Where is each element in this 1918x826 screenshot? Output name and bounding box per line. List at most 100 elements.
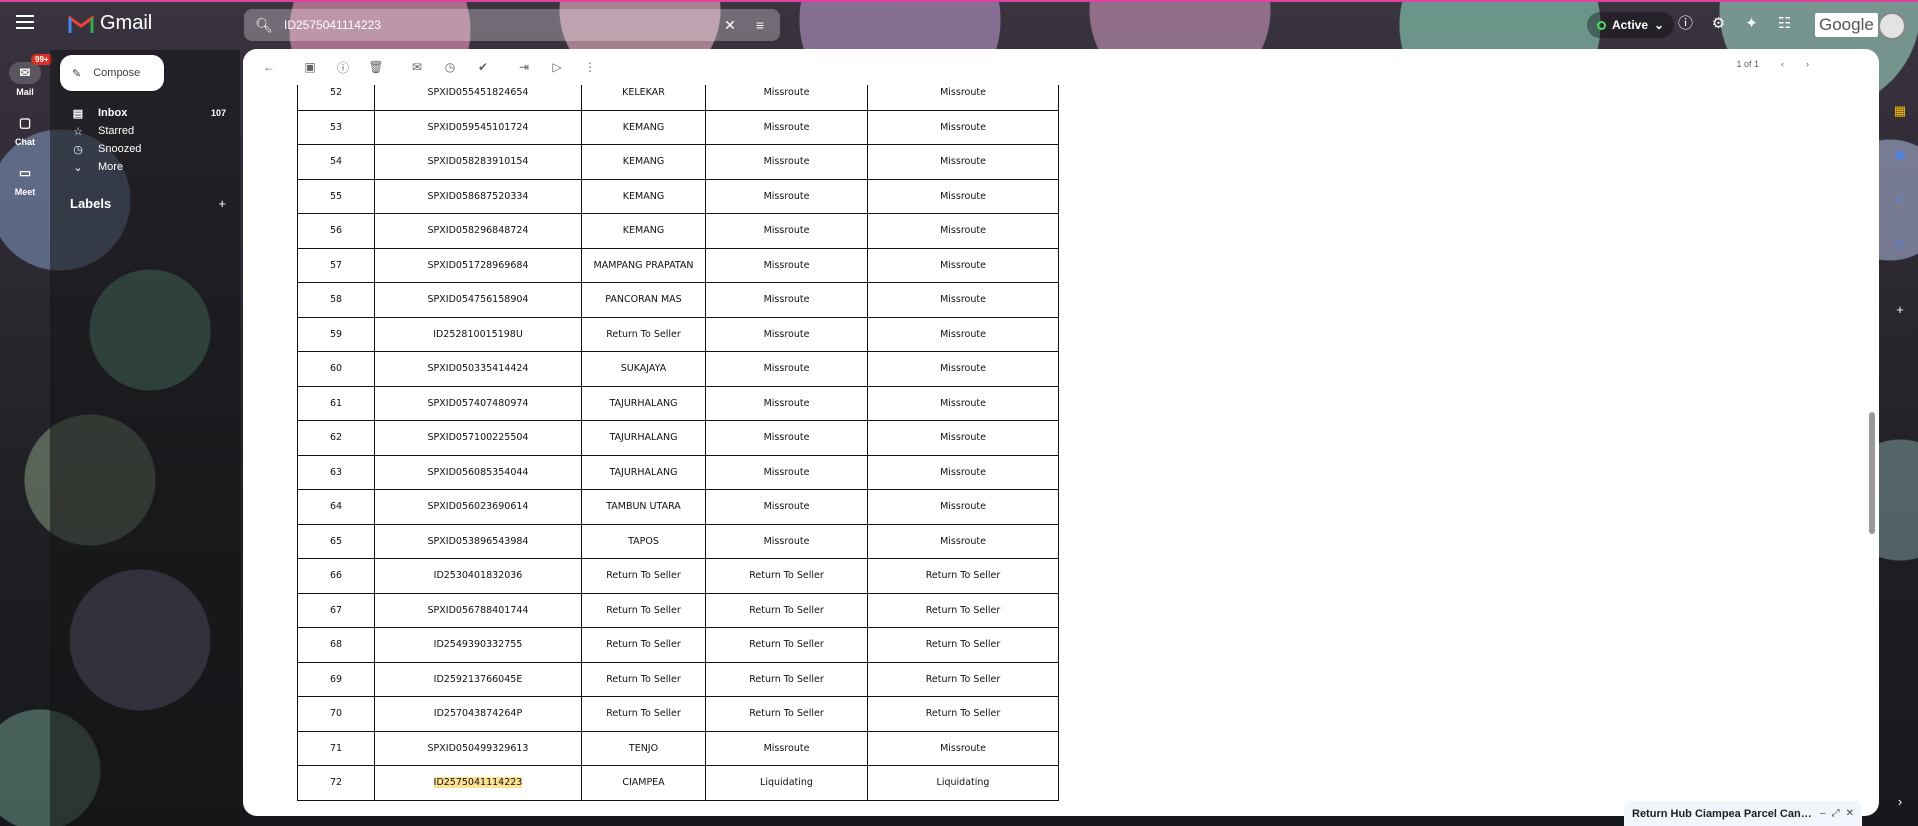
cell-text: ID2530401832036 [433, 570, 523, 582]
search-icon[interactable]: 🔍︎ [254, 17, 274, 34]
gmail-logo[interactable]: Gmail [68, 12, 152, 35]
table-cell: SPXID056788401744 [374, 592, 582, 628]
sidebar-item-inbox[interactable]: ▤ Inbox 107 [70, 104, 226, 122]
table-cell: ID259213766045E [374, 661, 582, 697]
table-cell: Return To Seller [867, 558, 1059, 594]
cell-text: Return To Seller [749, 673, 824, 685]
cell-text: Missroute [940, 190, 986, 202]
label-icon[interactable]: ▷ [543, 53, 571, 81]
minimized-draft[interactable]: Return Hub Ciampea Parcel Canc... – ⤢ ✕ [1624, 801, 1862, 826]
cell-text: Missroute [940, 156, 986, 168]
rail-chat[interactable]: ▢ Chat [0, 112, 50, 147]
contacts-icon[interactable]: ☺ [1889, 232, 1911, 254]
rail-meet-label: Meet [14, 187, 36, 197]
add-label-icon[interactable]: + [218, 196, 226, 211]
trash-icon[interactable]: 🗑︎ [362, 53, 390, 81]
cell-text: 72 [329, 777, 343, 789]
minimize-icon[interactable]: – [1820, 808, 1826, 819]
more-vert-icon[interactable]: ⋮ [576, 53, 604, 81]
search-input[interactable] [284, 18, 710, 32]
sidebar-item-starred[interactable]: ☆ Starred [70, 122, 226, 140]
snooze-icon[interactable]: ◷ [436, 53, 464, 81]
calendar-icon[interactable]: ▦ [1889, 100, 1911, 122]
add-task-icon[interactable]: ✔ [469, 53, 497, 81]
table-cell: Missroute [867, 351, 1059, 387]
star-icon: ☆ [73, 125, 83, 138]
rail-meet[interactable]: ▭ Meet [0, 162, 50, 197]
cell-text: CIAMPEA [622, 777, 665, 789]
table-cell: 59 [297, 316, 375, 352]
clear-search-icon[interactable]: ✕ [720, 17, 740, 34]
add-addon-icon[interactable]: + [1889, 298, 1911, 320]
table-cell: Return To Seller [581, 316, 706, 352]
status-label: Active [1612, 18, 1649, 32]
move-to-icon[interactable]: ⇥ [510, 53, 538, 81]
table-cell: Missroute [867, 316, 1059, 352]
table-cell: ID2530401832036 [374, 558, 582, 594]
cell-text: Return To Seller [749, 708, 824, 720]
table-cell: Missroute [705, 282, 868, 318]
report-spam-icon[interactable]: ⓘ [329, 53, 357, 81]
table-row: 60 SPXID050335414424 SUKAJAYA Missroute Miss… [297, 351, 1059, 387]
cell-text: SPXID057100225504 [427, 432, 529, 444]
chevron-right-icon[interactable]: › [1806, 59, 1809, 69]
cell-text: ID257043874264P [433, 708, 523, 720]
table-cell: 63 [297, 454, 375, 490]
sidebar-item-more[interactable]: ⌄ More [70, 158, 226, 176]
rail-mail-label: Mail [16, 87, 34, 97]
google-account-label[interactable]: Google [1815, 13, 1878, 37]
rail-mail[interactable]: ✉ 99+ Mail [0, 54, 53, 97]
cell-text: Return To Seller [606, 673, 681, 685]
table-cell: Missroute [705, 523, 868, 559]
back-arrow-icon[interactable]: ← [255, 53, 283, 81]
mark-unread-icon[interactable]: ✉ [403, 53, 431, 81]
table-cell: 60 [297, 351, 375, 387]
cell-text: 65 [329, 535, 343, 547]
chat-icon: ▢ [18, 115, 32, 130]
help-icon[interactable]: ⓘ [1675, 12, 1696, 33]
table-cell: Return To Seller [705, 661, 868, 697]
cell-text: Liquidating [936, 777, 990, 789]
table-cell: Missroute [867, 178, 1059, 214]
table-cell: SPXID059545101724 [374, 109, 582, 145]
sidebar-item-snoozed[interactable]: ◷ Snoozed [70, 140, 226, 158]
archive-icon[interactable]: ▣ [296, 53, 324, 81]
table-cell: Return To Seller [867, 661, 1059, 697]
chevron-left-icon[interactable]: ‹ [1781, 59, 1784, 69]
main-menu-icon[interactable] [16, 15, 34, 29]
table-cell: TAJURHALANG [581, 454, 706, 490]
table-cell: Missroute [705, 351, 868, 387]
keep-icon[interactable]: ◉ [1889, 144, 1911, 166]
table-cell: 58 [297, 282, 375, 318]
apps-grid-icon[interactable]: ☷ [1774, 12, 1795, 33]
table-cell: SPXID056023690614 [374, 489, 582, 525]
table-cell: 69 [297, 661, 375, 697]
cell-text: Missroute [940, 397, 986, 409]
table-cell: ID2549390332755 [374, 627, 582, 663]
avatar[interactable] [1878, 12, 1906, 40]
gemini-icon[interactable]: ✦ [1741, 12, 1762, 33]
cell-text: Return To Seller [749, 604, 824, 616]
cell-text: Return To Seller [606, 570, 681, 582]
search-bar: 🔍︎ ✕ ≡ [244, 9, 780, 41]
scrollbar-thumb[interactable] [1869, 412, 1875, 534]
cell-text: SPXID058687520334 [427, 190, 529, 202]
cell-text: TAPOS [628, 535, 659, 547]
close-icon[interactable]: ✕ [1846, 808, 1854, 819]
tasks-icon[interactable]: ✓ [1889, 188, 1911, 210]
table-cell: Missroute [705, 213, 868, 249]
search-options-icon[interactable]: ≡ [750, 17, 770, 33]
table-cell: ID2575041114223 [374, 765, 582, 801]
table-cell: SPXID053896543984 [374, 523, 582, 559]
status-selector[interactable]: Active ⌄ [1587, 12, 1675, 38]
cell-text: SPXID056788401744 [427, 604, 529, 616]
cell-text: 66 [329, 570, 343, 582]
cell-text: 63 [329, 466, 343, 478]
cell-text: ID2575041114223 [433, 777, 523, 789]
expand-icon[interactable]: ⤢ [1832, 808, 1840, 819]
expand-panel-icon[interactable]: › [1889, 790, 1911, 812]
chevron-down-icon: ⌄ [1654, 18, 1665, 32]
gear-icon[interactable]: ⚙ [1708, 12, 1729, 33]
compose-button[interactable]: ✎ Compose [60, 55, 164, 91]
table-cell: Missroute [705, 109, 868, 145]
